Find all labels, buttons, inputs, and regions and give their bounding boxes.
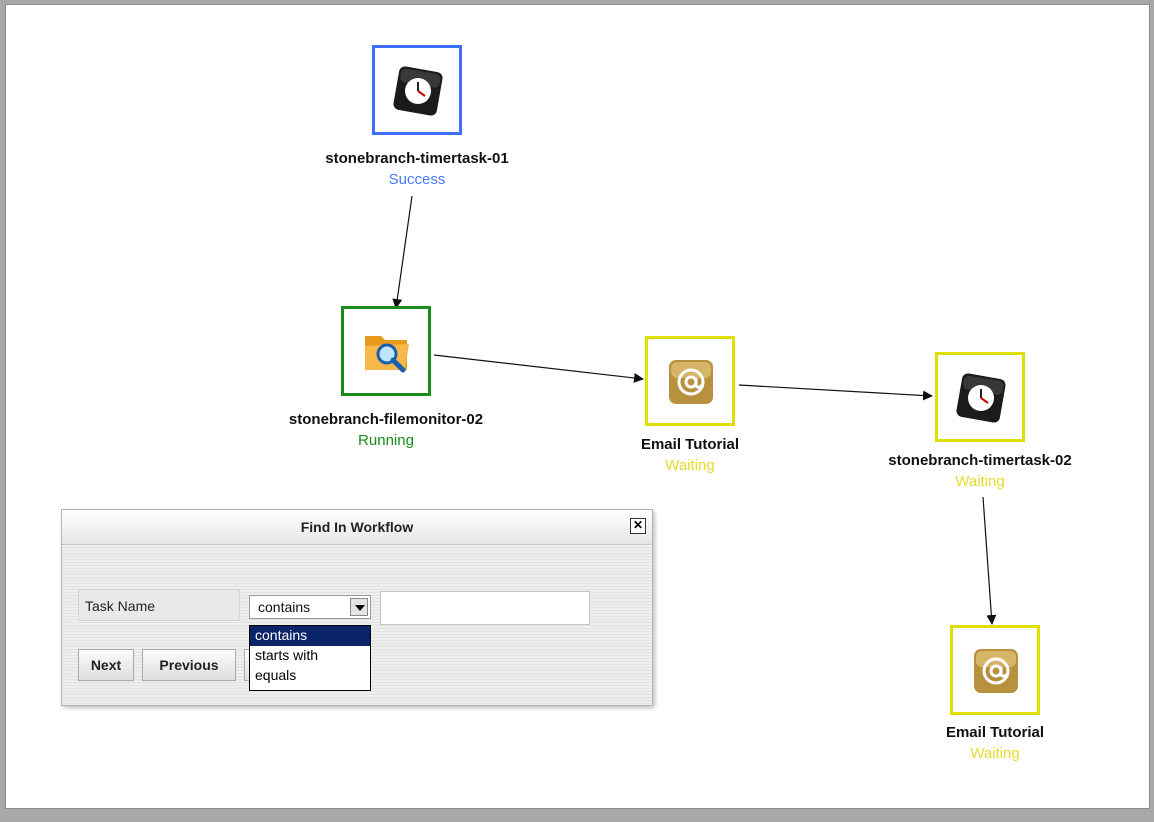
node-box[interactable] <box>935 352 1025 442</box>
email-at-icon <box>669 360 713 404</box>
node-box[interactable] <box>645 336 735 426</box>
edge-filemonitor02-email1 <box>433 354 644 383</box>
canvas-blank-region <box>649 497 839 722</box>
dialog-title: Find In Workflow <box>300 519 414 535</box>
next-button[interactable]: Next <box>78 649 134 681</box>
dialog-body: Task Name contains Next Previous contain… <box>62 545 652 705</box>
edge-email1-timertask02 <box>738 384 933 401</box>
match-mode-dropdown[interactable]: contains starts with equals <box>249 625 371 691</box>
folder-search-icon <box>365 336 409 373</box>
node-status: Waiting <box>970 745 1020 762</box>
node-name: stonebranch-filemonitor-02 <box>288 411 484 428</box>
workflow-canvas[interactable]: stonebranch-timertask-01 Success stonebr… <box>5 4 1150 809</box>
dropdown-option[interactable]: starts with <box>250 646 370 666</box>
previous-button[interactable]: Previous <box>142 649 236 681</box>
clock-icon <box>956 373 1006 423</box>
task-name-label: Task Name <box>78 589 240 621</box>
find-in-workflow-dialog: Find In Workflow ✕ Task Name contains Ne… <box>61 509 653 706</box>
node-status: Running <box>358 432 414 449</box>
edge-timertask01-filemonitor02 <box>392 195 413 309</box>
node-status: Waiting <box>955 473 1005 490</box>
node-box[interactable] <box>950 625 1040 715</box>
node-box[interactable] <box>341 306 431 396</box>
node-status: Waiting <box>665 457 715 474</box>
node-name: Email Tutorial <box>640 436 740 453</box>
dropdown-option[interactable]: equals <box>250 666 370 686</box>
node-name: stonebranch-timertask-02 <box>888 452 1072 469</box>
match-mode-select[interactable]: contains <box>249 595 371 619</box>
dropdown-option[interactable]: contains <box>250 626 370 646</box>
node-name: stonebranch-timertask-01 <box>325 150 509 167</box>
email-at-icon <box>974 649 1018 693</box>
node-status: Success <box>388 171 446 188</box>
search-input[interactable] <box>380 591 590 625</box>
chevron-down-icon[interactable] <box>350 598 368 616</box>
node-box[interactable] <box>372 45 462 135</box>
dialog-titlebar[interactable]: Find In Workflow ✕ <box>62 510 652 545</box>
edge-timertask02-email2 <box>982 496 997 625</box>
node-name: Email Tutorial <box>945 724 1045 741</box>
clock-icon <box>393 66 443 116</box>
close-icon[interactable]: ✕ <box>630 518 646 534</box>
match-mode-value: contains <box>258 599 311 615</box>
